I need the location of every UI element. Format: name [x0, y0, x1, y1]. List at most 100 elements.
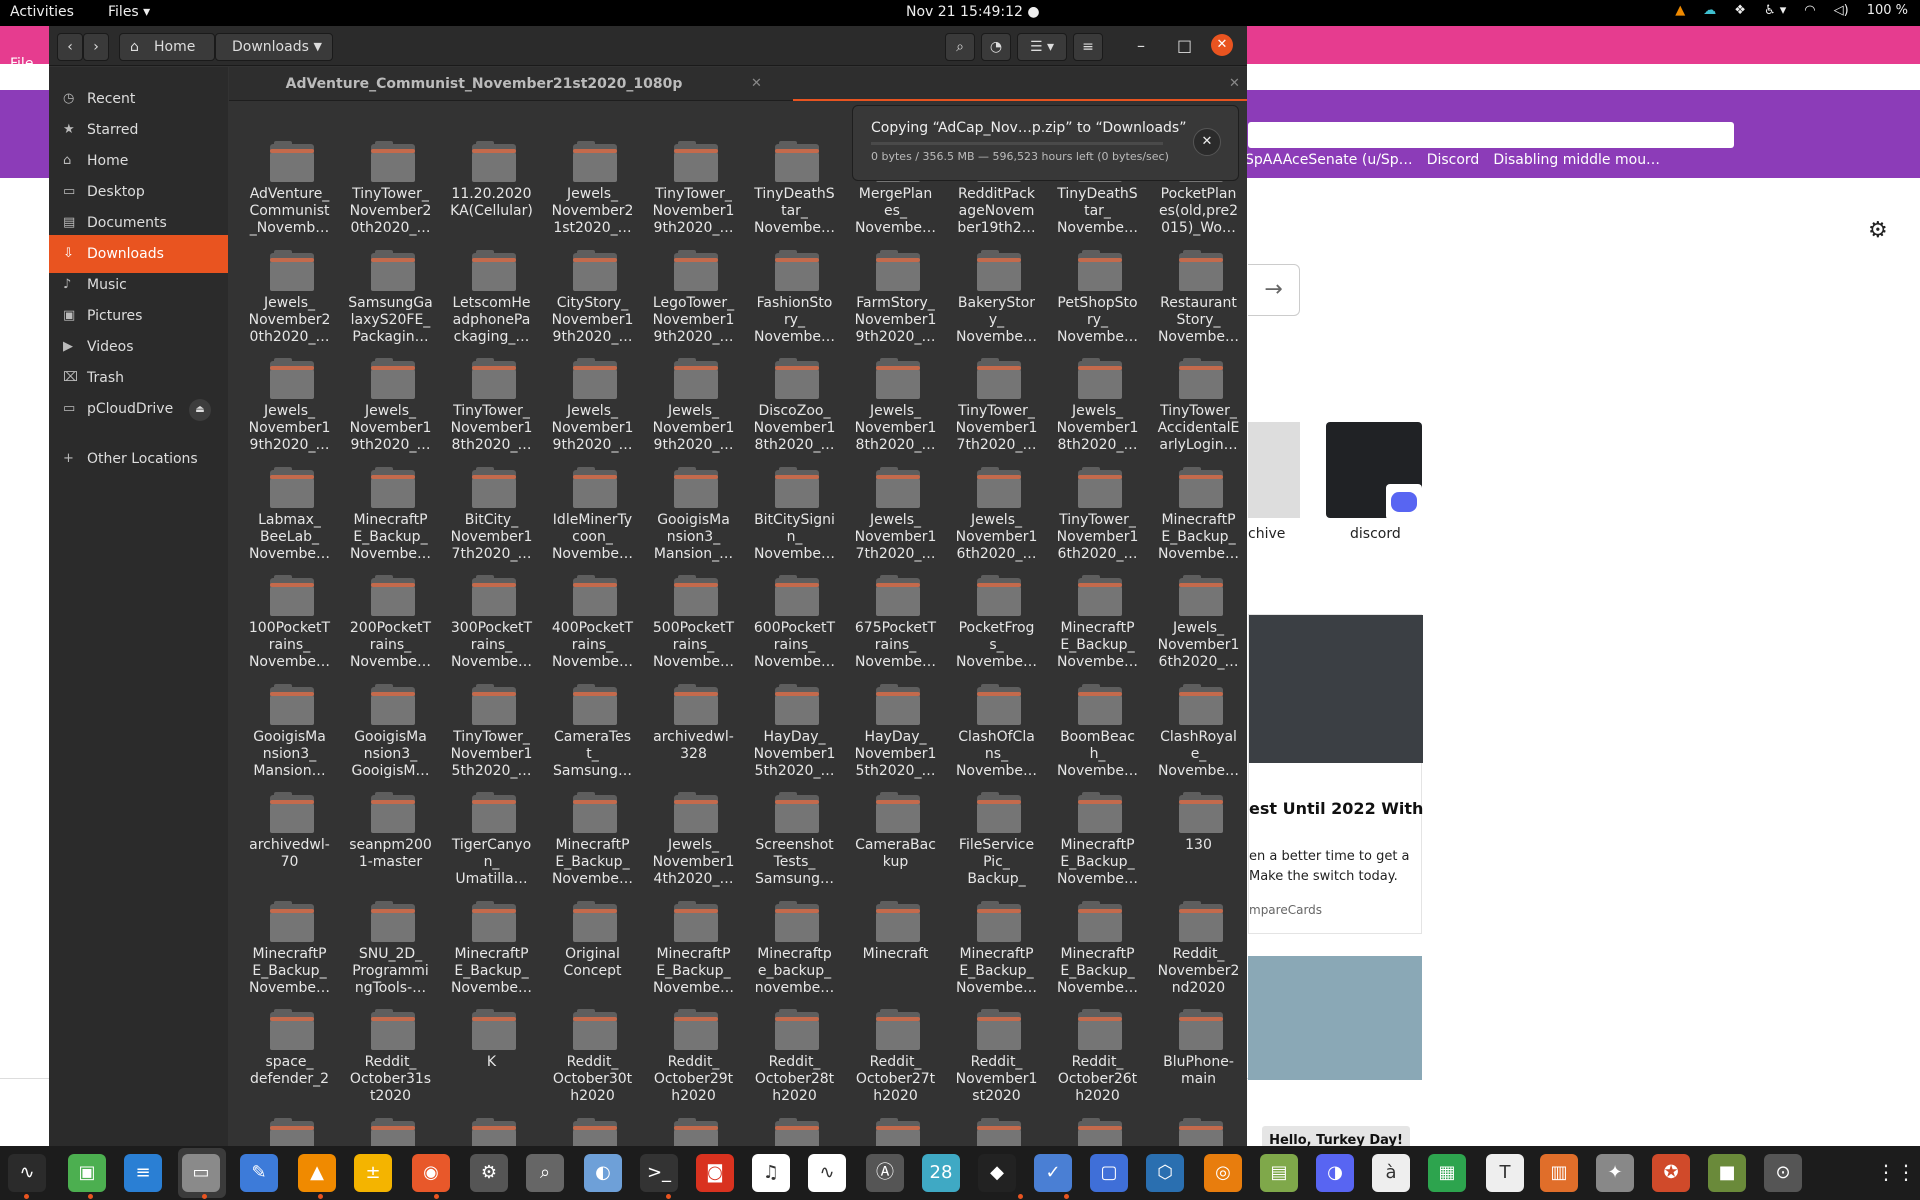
- clock[interactable]: Nov 21 15:49:12 ●: [906, 4, 1040, 20]
- folder-item[interactable]: BitCitySigni n_ Novembe…: [744, 466, 845, 575]
- folder-item[interactable]: K: [441, 1008, 542, 1117]
- activities-button[interactable]: Activities: [10, 4, 74, 20]
- forward-button[interactable]: ›: [83, 33, 109, 61]
- folder-item[interactable]: HayDay_ November1 5th2020_…: [744, 683, 845, 792]
- usage-icon[interactable]: ∿: [808, 1154, 846, 1192]
- folder-item[interactable]: LetscomHe adphonePa ckaging_…: [441, 249, 542, 358]
- story-image[interactable]: [1248, 956, 1422, 1080]
- folder-item[interactable]: 11.20.2020 KA(Cellular): [441, 140, 542, 249]
- folder-item[interactable]: MinecraftP E_Backup_ Novembe…: [1047, 791, 1148, 900]
- folder-item[interactable]: ClashOfCla ns_ Novembe…: [946, 683, 1047, 792]
- folder-item[interactable]: PocketFrog s_ Novembe…: [946, 574, 1047, 683]
- folder-item[interactable]: 675PocketT rains_ Novembe…: [845, 574, 946, 683]
- folder-item[interactable]: 300PocketT rains_ Novembe…: [441, 574, 542, 683]
- folder-item[interactable]: SamsungGa laxyS20FE_ Packagin…: [340, 249, 441, 358]
- folder-item[interactable]: Jewels_ November1 8th2020_…: [845, 357, 946, 466]
- folder-item[interactable]: 600PocketT rains_ Novembe…: [744, 574, 845, 683]
- tasks-icon[interactable]: ✓: [1034, 1154, 1072, 1192]
- folder-item[interactable]: MinecraftP E_Backup_ Novembe…: [1148, 466, 1247, 575]
- folder-item[interactable]: Reddit_ October28t h2020: [744, 1008, 845, 1117]
- folder-item[interactable]: FashionSto ry_ Novembe…: [744, 249, 845, 358]
- address-bar[interactable]: [1248, 122, 1734, 148]
- folder-item[interactable]: Restaurant Story_ Novembe…: [1148, 249, 1247, 358]
- image-viewer-icon[interactable]: ◐: [584, 1154, 622, 1192]
- folder-item[interactable]: Jewels_ November1 6th2020_…: [1148, 574, 1247, 683]
- folder-item[interactable]: archivedwl- 328: [643, 683, 744, 792]
- terminal-icon[interactable]: >_: [640, 1154, 678, 1192]
- search-submit-button[interactable]: →: [1248, 264, 1300, 316]
- typora-icon[interactable]: T: [1486, 1154, 1524, 1192]
- folder-item[interactable]: MinecraftP E_Backup_ Novembe…: [643, 900, 744, 1009]
- gear-icon[interactable]: ⚙: [1868, 218, 1888, 243]
- folder-item[interactable]: GooigisMa nsion3_ Mansion…: [239, 683, 340, 792]
- folder-item[interactable]: [1047, 1117, 1148, 1146]
- folder-item[interactable]: [239, 1117, 340, 1146]
- sidebar-item-pclouddrive[interactable]: ▭ pCloudDrive ⏏: [49, 390, 228, 428]
- maps-icon[interactable]: ⊙: [1764, 1154, 1802, 1192]
- folder-item[interactable]: CameraBac kup: [845, 791, 946, 900]
- game-icon[interactable]: ✪: [1652, 1154, 1690, 1192]
- firefox-icon[interactable]: ◉: [412, 1154, 450, 1192]
- inkscape-icon[interactable]: ◆: [978, 1154, 1016, 1192]
- sponsored-card[interactable]: est Until 2022 With en a better time to …: [1248, 614, 1423, 934]
- system-monitor-icon[interactable]: ∿: [8, 1154, 46, 1192]
- folder-item[interactable]: TinyDeathS tar_ Novembe…: [744, 140, 845, 249]
- folder-item[interactable]: 200PocketT rains_ Novembe…: [340, 574, 441, 683]
- eject-icon[interactable]: ⏏: [189, 399, 211, 421]
- breadcrumb-downloads[interactable]: Downloads ▼: [215, 33, 333, 61]
- minimize-button[interactable]: –: [1137, 36, 1145, 55]
- folder-item[interactable]: BluPhone- main: [1148, 1008, 1247, 1117]
- folder-item[interactable]: Minecraft: [845, 900, 946, 1009]
- wifi-icon[interactable]: ◠: [1804, 3, 1815, 18]
- folder-item[interactable]: Jewels_ November1 7th2020_…: [845, 466, 946, 575]
- folder-item[interactable]: Jewels_ November1 6th2020_…: [946, 466, 1047, 575]
- screenshot-icon[interactable]: ◙: [696, 1154, 734, 1192]
- folder-item[interactable]: Minecraftp e_backup_ novembe…: [744, 900, 845, 1009]
- writer-icon[interactable]: ≡: [124, 1154, 162, 1192]
- folder-item[interactable]: Reddit_ October26t h2020: [1047, 1008, 1148, 1117]
- folder-item[interactable]: LegoTower_ November1 9th2020_…: [643, 249, 744, 358]
- folder-item[interactable]: MinecraftP E_Backup_ Novembe…: [542, 791, 643, 900]
- tab-adventure-communist[interactable]: AdVenture_Communist_November21st2020_108…: [229, 67, 739, 101]
- calculator-icon[interactable]: ±: [354, 1154, 392, 1192]
- folder-item[interactable]: HayDay_ November1 5th2020_…: [845, 683, 946, 792]
- close-button[interactable]: ✕: [1211, 34, 1233, 56]
- folder-item[interactable]: MinecraftP E_Backup_ Novembe…: [340, 466, 441, 575]
- software-icon[interactable]: Ⓐ: [866, 1154, 904, 1192]
- folder-item[interactable]: 130: [1148, 791, 1247, 900]
- folder-item[interactable]: TigerCanyo n_ Umatilla…: [441, 791, 542, 900]
- files-icon[interactable]: ▭: [182, 1154, 220, 1192]
- folder-item[interactable]: MinecraftP E_Backup_ Novembe…: [1047, 574, 1148, 683]
- folder-item[interactable]: BoomBeac h_ Novembe…: [1047, 683, 1148, 792]
- search-button[interactable]: ⌕: [945, 33, 975, 61]
- view-options-button[interactable]: ☰ ▾: [1017, 33, 1067, 61]
- folder-item[interactable]: 400PocketT rains_ Novembe…: [542, 574, 643, 683]
- folder-item[interactable]: DiscoZoo_ November1 8th2020_…: [744, 357, 845, 466]
- accessibility-icon[interactable]: ♿ ▾: [1764, 3, 1786, 18]
- folder-item[interactable]: Labmax_ BeeLab_ Novembe…: [239, 466, 340, 575]
- tweaks-icon[interactable]: ▣: [68, 1154, 106, 1192]
- folder-item[interactable]: [340, 1117, 441, 1146]
- folder-item[interactable]: TinyTower_ November1 7th2020_…: [946, 357, 1047, 466]
- folder-item[interactable]: 100PocketT rains_ Novembe…: [239, 574, 340, 683]
- sidebar-item-other-locations[interactable]: + Other Locations: [49, 440, 228, 478]
- folder-item[interactable]: 500PocketT rains_ Novembe…: [643, 574, 744, 683]
- spreadsheet-icon[interactable]: ▦: [1428, 1154, 1466, 1192]
- browser-file-menu[interactable]: File: [10, 56, 33, 72]
- folder-item[interactable]: Jewels_ November1 8th2020_…: [1047, 357, 1148, 466]
- volume-icon[interactable]: ◁): [1834, 3, 1849, 18]
- folder-item[interactable]: BitCity_ November1 7th2020_…: [441, 466, 542, 575]
- folder-item[interactable]: seanpm200 1-master: [340, 791, 441, 900]
- folder-item[interactable]: MinecraftP E_Backup_ Novembe…: [441, 900, 542, 1009]
- operations-button[interactable]: ◔: [981, 33, 1011, 61]
- folder-item[interactable]: GooigisMa nsion3_ GooigisM…: [340, 683, 441, 792]
- screen-capture-icon[interactable]: ▢: [1090, 1154, 1128, 1192]
- folder-item[interactable]: PetShopSto ry_ Novembe…: [1047, 249, 1148, 358]
- folder-item[interactable]: IdleMinerTy coon_ Novembe…: [542, 466, 643, 575]
- image-editor-icon[interactable]: ▤: [1260, 1154, 1298, 1192]
- presentation-icon[interactable]: ▥: [1540, 1154, 1578, 1192]
- dropbox-tray-icon[interactable]: ❖: [1734, 3, 1746, 18]
- folder-item[interactable]: Jewels_ November1 9th2020_…: [239, 357, 340, 466]
- folder-item[interactable]: MinecraftP E_Backup_ Novembe…: [946, 900, 1047, 1009]
- discord-icon[interactable]: ◑: [1316, 1154, 1354, 1192]
